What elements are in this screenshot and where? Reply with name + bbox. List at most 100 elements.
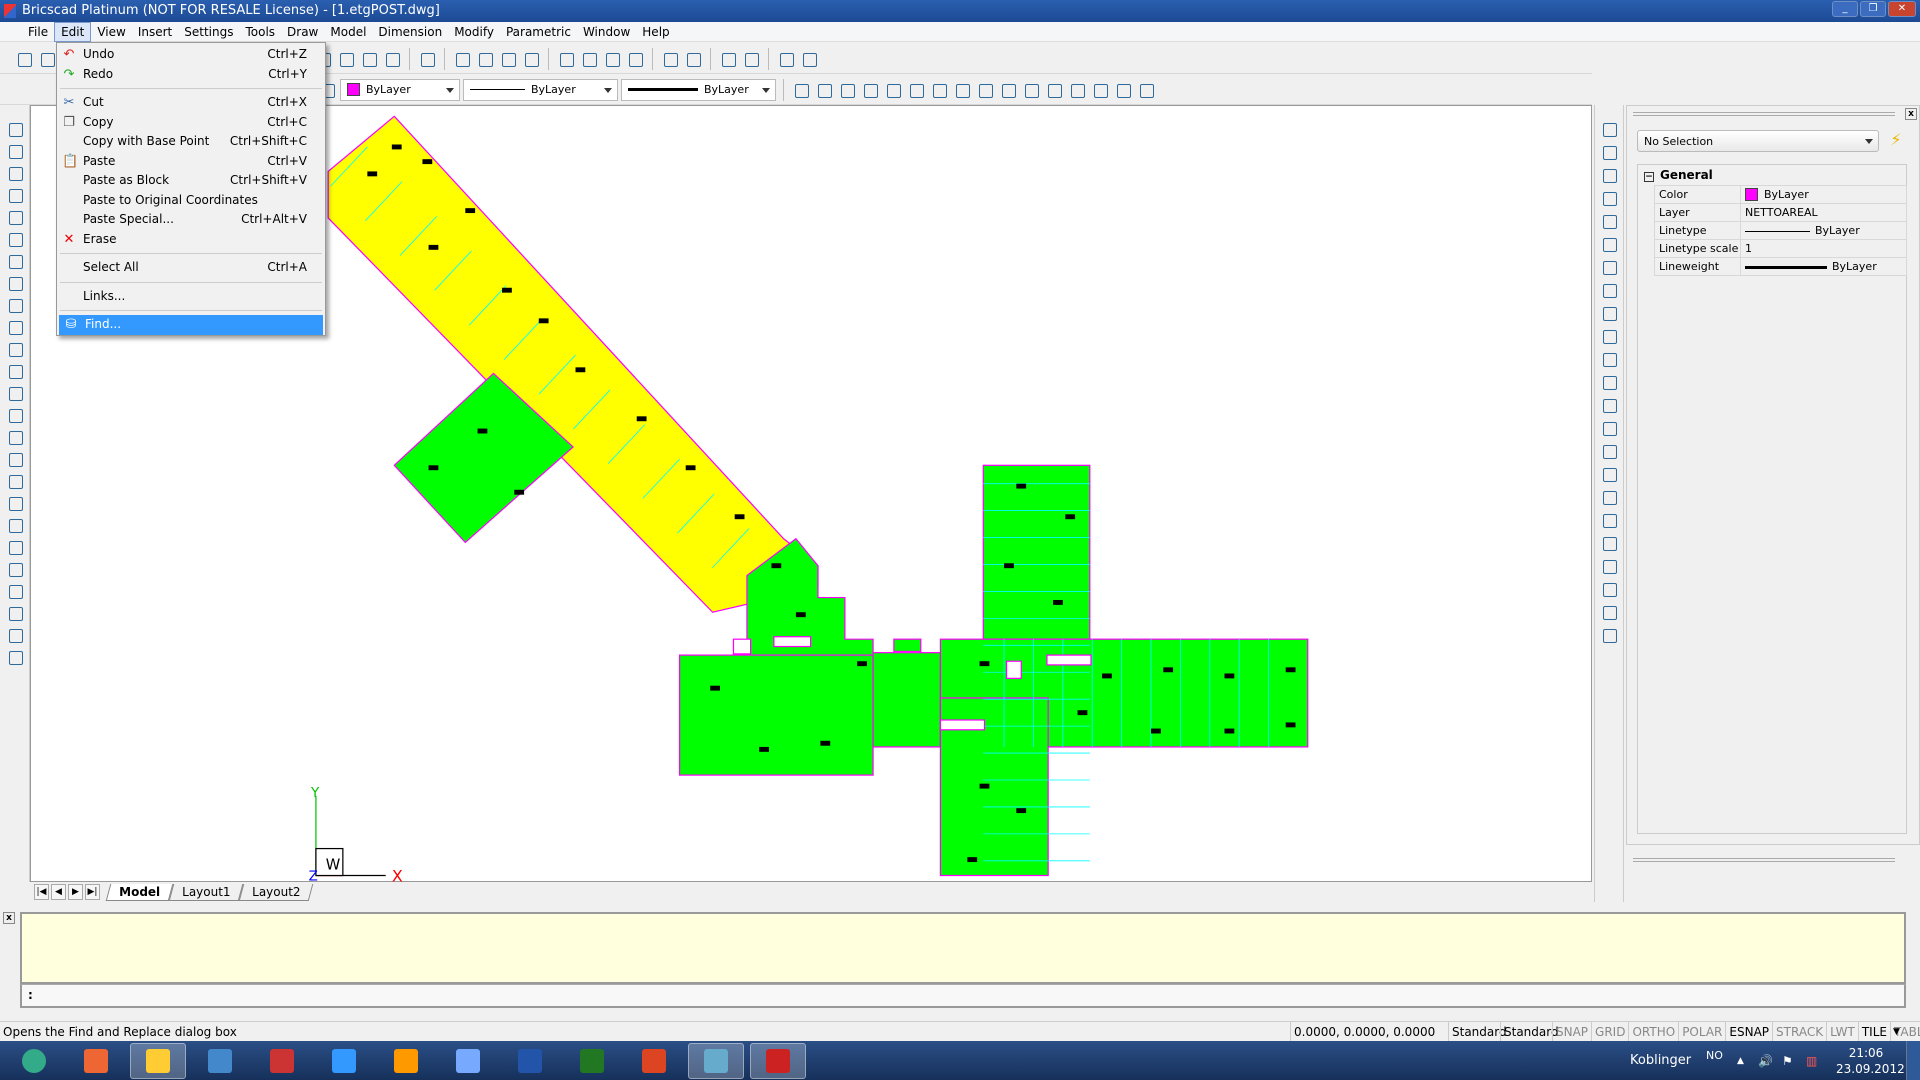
fillet-icon[interactable]	[1599, 510, 1619, 530]
lineweight-combo[interactable]: ByLayer	[621, 78, 776, 101]
show-desktop-button[interactable]	[1906, 1041, 1920, 1080]
panel-grip[interactable]	[1633, 112, 1895, 116]
zoom-previous-icon[interactable]	[521, 49, 541, 69]
toggle-lwt[interactable]: LWT	[1826, 1022, 1858, 1042]
property-row[interactable]: Linetype scale 1	[1654, 239, 1907, 258]
property-value-cell[interactable]: ByLayer	[1740, 257, 1907, 276]
powerpoint-icon[interactable]	[626, 1043, 682, 1079]
edit-polyline-icon[interactable]	[1599, 533, 1619, 553]
minimize-button[interactable]: _	[1832, 1, 1858, 17]
snap-insertion-icon[interactable]	[975, 80, 995, 100]
scale-icon[interactable]	[1599, 349, 1619, 369]
menu-dimension[interactable]: Dimension	[372, 23, 448, 41]
status-menu-arrow[interactable]: ▼	[1893, 1022, 1900, 1042]
insert-block-icon[interactable]	[5, 515, 25, 535]
make-block-icon[interactable]	[5, 537, 25, 557]
color-combo[interactable]: ByLayer	[340, 78, 460, 101]
restore-button[interactable]: ❐	[1860, 1, 1886, 17]
menu-settings[interactable]: Settings	[178, 23, 239, 41]
help-icon[interactable]	[382, 49, 402, 69]
trim-icon[interactable]	[1599, 395, 1619, 415]
extend-icon[interactable]	[1599, 418, 1619, 438]
menu-item-links[interactable]: Links...	[57, 287, 325, 307]
attribute-icon[interactable]	[5, 647, 25, 667]
edit-spline-icon[interactable]	[1599, 556, 1619, 576]
snap-none-icon[interactable]	[1021, 80, 1041, 100]
first-tab-button[interactable]: |◀	[34, 884, 49, 900]
menu-item-paste[interactable]: 📋 Paste Ctrl+V	[57, 152, 325, 172]
zoom-in-icon[interactable]	[452, 49, 472, 69]
menu-view[interactable]: View	[91, 23, 131, 41]
spline-icon[interactable]	[5, 251, 25, 271]
chamfer-icon[interactable]	[1599, 487, 1619, 507]
property-row[interactable]: Lineweight ByLayer	[1654, 257, 1907, 276]
menu-item-copy-with-base-point[interactable]: Copy with Base Point Ctrl+Shift+C	[57, 132, 325, 152]
zoom-out-icon[interactable]	[475, 49, 495, 69]
text-icon[interactable]	[5, 471, 25, 491]
explorer-icon[interactable]	[130, 1042, 186, 1079]
orbit-icon[interactable]	[556, 49, 576, 69]
tab-model[interactable]: Model	[105, 883, 174, 901]
look-icon[interactable]	[579, 49, 599, 69]
tile-horizontal-icon[interactable]	[741, 49, 761, 69]
toggle-tile[interactable]: TILE	[1857, 1022, 1890, 1042]
property-value-cell[interactable]: NETTOAREAL	[1740, 203, 1907, 222]
paint-icon[interactable]	[1599, 625, 1619, 645]
property-row[interactable]: Linetype ByLayer	[1654, 221, 1907, 240]
tab-layout1[interactable]: Layout1	[168, 883, 244, 901]
snap-clear-icon[interactable]	[1044, 80, 1064, 100]
printer-icon[interactable]	[5, 625, 25, 645]
collapse-icon[interactable]: −	[1644, 172, 1654, 182]
quick-select-filter-icon[interactable]: ⚡	[1885, 130, 1907, 152]
tab-layout2[interactable]: Layout2	[239, 883, 315, 901]
snap-center-icon[interactable]	[860, 80, 880, 100]
network-icon[interactable]	[688, 1042, 744, 1079]
xref-icon[interactable]	[5, 559, 25, 579]
rectangle-icon[interactable]	[5, 163, 25, 183]
render-icon[interactable]	[683, 49, 703, 69]
toggle-grid[interactable]: GRID	[1591, 1022, 1628, 1042]
array-icon[interactable]	[1599, 303, 1619, 323]
snap-node-icon[interactable]	[998, 80, 1018, 100]
close-button[interactable]: ✕	[1888, 1, 1916, 17]
next-tab-button[interactable]: ▶	[68, 884, 83, 900]
tray-up-icon[interactable]: ▲	[1737, 1056, 1744, 1066]
tile-vertical-icon[interactable]	[718, 49, 738, 69]
attach-image-icon[interactable]	[5, 603, 25, 623]
cloud-icon[interactable]	[5, 427, 25, 447]
menu-insert[interactable]: Insert	[132, 23, 178, 41]
wipeout-icon[interactable]	[5, 405, 25, 425]
menu-window[interactable]: Window	[577, 23, 636, 41]
linetype-combo[interactable]: ByLayer	[463, 78, 618, 101]
selection-combo[interactable]: No Selection	[1637, 130, 1879, 152]
break-icon[interactable]	[1599, 441, 1619, 461]
image-icon[interactable]	[5, 581, 25, 601]
donut-icon[interactable]	[5, 229, 25, 249]
menu-tools[interactable]: Tools	[239, 23, 281, 41]
offset-icon[interactable]	[1599, 165, 1619, 185]
mtext-icon[interactable]	[5, 493, 25, 513]
open-icon[interactable]	[37, 49, 57, 69]
property-value-cell[interactable]: 1	[1740, 239, 1907, 258]
snap-endpoint-icon[interactable]	[791, 80, 811, 100]
snap-off-icon[interactable]	[1090, 80, 1110, 100]
array-rect-icon[interactable]	[1599, 188, 1619, 208]
command-close-button[interactable]: x	[3, 912, 15, 924]
pencil-icon[interactable]	[417, 49, 437, 69]
outlook-express-icon[interactable]	[192, 1043, 248, 1079]
arc-icon[interactable]	[5, 141, 25, 161]
pdf-icon[interactable]	[254, 1043, 310, 1079]
circle-icon[interactable]	[5, 207, 25, 227]
ie-icon[interactable]	[316, 1043, 372, 1079]
snap-intersection-icon[interactable]	[837, 80, 857, 100]
clock[interactable]: 21:06 23.09.2012	[1836, 1045, 1905, 1077]
layers-icon[interactable]	[359, 49, 379, 69]
toggle-esnap[interactable]: ESNAP	[1725, 1022, 1772, 1042]
point-icon[interactable]	[5, 295, 25, 315]
table-icon[interactable]	[5, 449, 25, 469]
snap-parallel-icon[interactable]	[906, 80, 926, 100]
command-input[interactable]: :	[20, 984, 1906, 1008]
snap-perpendicular-icon[interactable]	[883, 80, 903, 100]
mirror3d-icon[interactable]	[1599, 280, 1619, 300]
panel-close-button[interactable]: x	[1905, 108, 1917, 120]
